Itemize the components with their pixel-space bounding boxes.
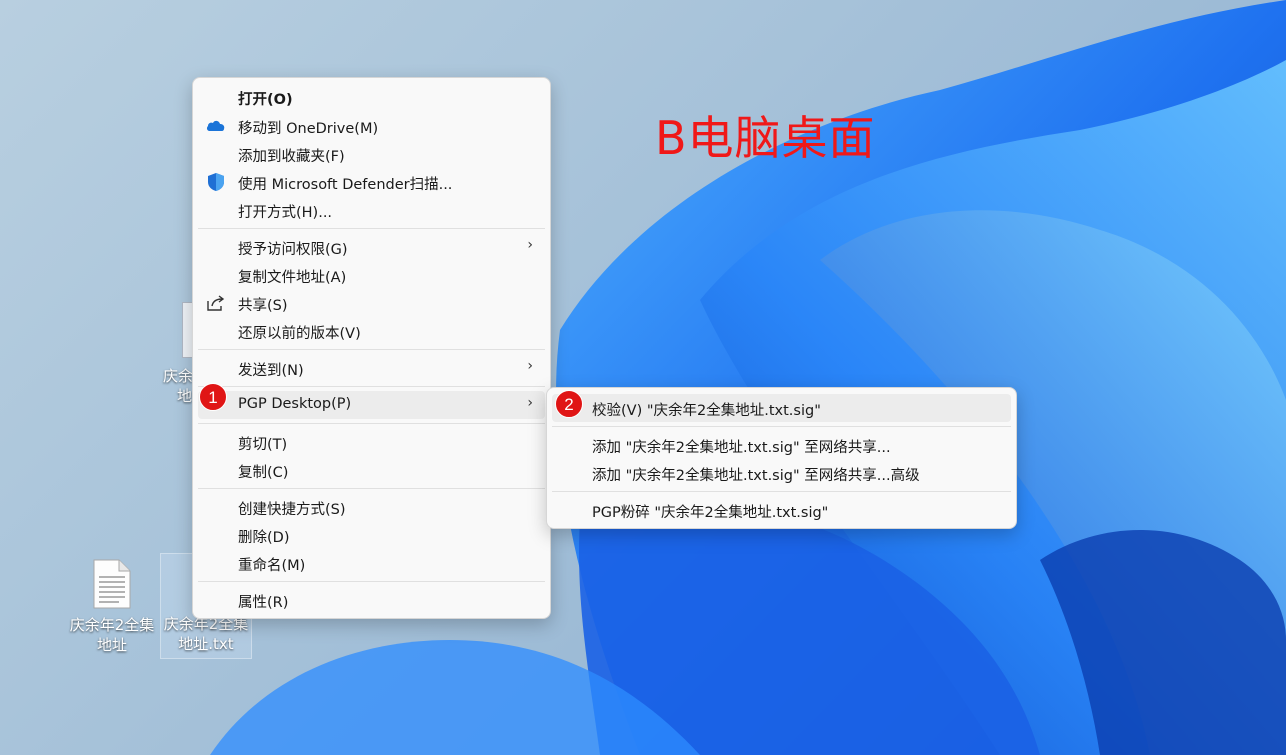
- menu-item-restore-versions[interactable]: 还原以前的版本(V): [198, 317, 545, 345]
- menu-separator: [198, 488, 545, 489]
- desktop-icon-text-file-label-1: 庆余年2全集: [69, 616, 155, 634]
- submenu-item-add-share-label: 添加 "庆余年2全集地址.txt.sig" 至网络共享...: [592, 440, 891, 456]
- menu-item-open-with[interactable]: 打开方式(H)...: [198, 196, 545, 224]
- menu-item-share[interactable]: 共享(S): [198, 289, 545, 317]
- desktop-title: B电脑桌面: [655, 111, 876, 165]
- shield-icon: [205, 172, 227, 192]
- pgp-submenu: 校验(V) "庆余年2全集地址.txt.sig" 添加 "庆余年2全集地址.tx…: [546, 387, 1017, 529]
- menu-item-cut-label: 剪切(T): [238, 437, 288, 453]
- share-icon: [205, 293, 227, 313]
- menu-separator: [552, 491, 1011, 492]
- menu-item-restore-versions-label: 还原以前的版本(V): [238, 326, 361, 342]
- submenu-item-pgp-shred-label: PGP粉碎 "庆余年2全集地址.txt.sig": [592, 505, 829, 521]
- menu-item-add-favorites[interactable]: 添加到收藏夹(F): [198, 140, 545, 168]
- menu-item-add-favorites-label: 添加到收藏夹(F): [238, 149, 345, 165]
- menu-separator: [552, 426, 1011, 427]
- menu-separator: [198, 581, 545, 582]
- menu-separator: [198, 423, 545, 424]
- menu-item-grant-access-label: 授予访问权限(G): [238, 242, 348, 258]
- menu-item-open-with-label: 打开方式(H)...: [238, 205, 333, 221]
- submenu-item-pgp-shred[interactable]: PGP粉碎 "庆余年2全集地址.txt.sig": [552, 496, 1011, 524]
- step-badge-2: 2: [555, 390, 583, 418]
- step-badge-1: 1: [199, 383, 227, 411]
- onedrive-icon: [205, 116, 227, 136]
- context-menu: 打开(O) 移动到 OneDrive(M) 添加到收藏夹(F) 使用 Micro…: [192, 77, 551, 619]
- desktop-icon-partial[interactable]: 庆余 地: [155, 300, 206, 406]
- menu-item-move-onedrive[interactable]: 移动到 OneDrive(M): [198, 112, 545, 140]
- menu-item-pgp-desktop[interactable]: PGP Desktop(P) ›: [198, 391, 545, 419]
- menu-separator: [198, 349, 545, 350]
- desktop-icon-text-file[interactable]: 庆余年2全集 地址: [67, 555, 157, 655]
- submenu-item-add-share-advanced-label: 添加 "庆余年2全集地址.txt.sig" 至网络共享...高级: [592, 468, 920, 484]
- desktop-icon-text-file-label-2: 地址: [96, 636, 127, 654]
- menu-item-copy[interactable]: 复制(C): [198, 456, 545, 484]
- menu-item-grant-access[interactable]: 授予访问权限(G) ›: [198, 233, 545, 261]
- menu-item-send-to[interactable]: 发送到(N) ›: [198, 354, 545, 382]
- submenu-item-add-share[interactable]: 添加 "庆余年2全集地址.txt.sig" 至网络共享...: [552, 431, 1011, 459]
- text-file-icon: [93, 559, 131, 609]
- menu-item-defender-scan-label: 使用 Microsoft Defender扫描...: [238, 177, 453, 193]
- menu-item-cut[interactable]: 剪切(T): [198, 428, 545, 456]
- menu-item-copy-path[interactable]: 复制文件地址(A): [198, 261, 545, 289]
- menu-item-copy-label: 复制(C): [238, 465, 289, 481]
- chevron-right-icon: ›: [527, 395, 533, 411]
- menu-item-open-label: 打开(O): [238, 92, 293, 108]
- chevron-right-icon: ›: [527, 237, 533, 253]
- menu-item-send-to-label: 发送到(N): [238, 363, 304, 379]
- menu-item-defender-scan[interactable]: 使用 Microsoft Defender扫描...: [198, 168, 545, 196]
- desktop-icon-partial-label-1: 庆余: [163, 367, 194, 385]
- menu-item-open[interactable]: 打开(O): [198, 83, 545, 111]
- menu-item-rename-label: 重命名(M): [238, 558, 306, 574]
- menu-item-properties-label: 属性(R): [238, 595, 289, 611]
- menu-item-move-onedrive-label: 移动到 OneDrive(M): [238, 121, 379, 137]
- submenu-item-verify[interactable]: 校验(V) "庆余年2全集地址.txt.sig": [552, 394, 1011, 422]
- menu-separator: [198, 228, 545, 229]
- menu-item-create-shortcut[interactable]: 创建快捷方式(S): [198, 493, 545, 521]
- menu-item-pgp-desktop-label: PGP Desktop(P): [238, 396, 352, 412]
- menu-item-delete-label: 删除(D): [238, 530, 290, 546]
- menu-item-copy-path-label: 复制文件地址(A): [238, 270, 347, 286]
- chevron-right-icon: ›: [527, 358, 533, 374]
- menu-item-create-shortcut-label: 创建快捷方式(S): [238, 502, 346, 518]
- menu-separator: [198, 386, 545, 387]
- menu-item-rename[interactable]: 重命名(M): [198, 549, 545, 577]
- menu-item-share-label: 共享(S): [238, 298, 288, 314]
- desktop-icon-pgp-file-label-2: 地址.txt: [178, 635, 234, 653]
- menu-item-delete[interactable]: 删除(D): [198, 521, 545, 549]
- menu-item-properties[interactable]: 属性(R): [198, 586, 545, 614]
- submenu-item-verify-label: 校验(V) "庆余年2全集地址.txt.sig": [592, 403, 821, 419]
- submenu-item-add-share-advanced[interactable]: 添加 "庆余年2全集地址.txt.sig" 至网络共享...高级: [552, 459, 1011, 487]
